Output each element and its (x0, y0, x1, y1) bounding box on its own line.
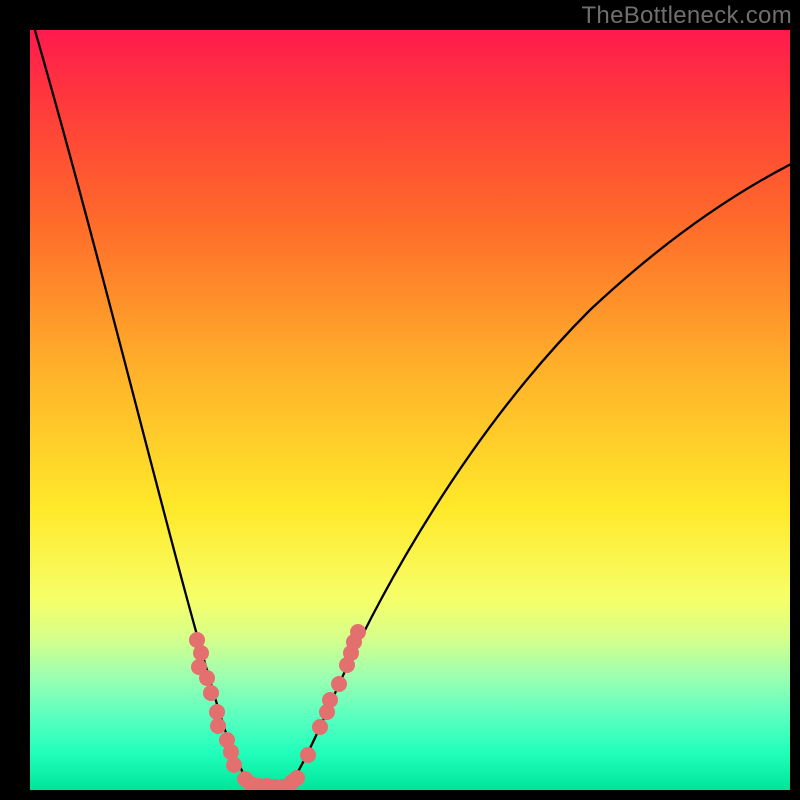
data-dot (226, 757, 242, 773)
watermark-text: TheBottleneck.com (581, 2, 792, 30)
data-dot (312, 719, 328, 735)
data-dot (322, 692, 338, 708)
data-dot (193, 645, 209, 661)
data-dot (210, 718, 226, 734)
data-dot (203, 685, 219, 701)
curve-right (288, 162, 790, 788)
data-dot (300, 747, 316, 763)
data-dot (350, 624, 366, 640)
data-dot (199, 670, 215, 686)
chart-frame: TheBottleneck.com (0, 0, 800, 800)
data-dot (331, 676, 347, 692)
plot-area (30, 30, 790, 790)
chart-svg (30, 30, 790, 790)
data-dot (209, 704, 225, 720)
curve-left (32, 30, 252, 788)
data-dot (289, 770, 305, 786)
